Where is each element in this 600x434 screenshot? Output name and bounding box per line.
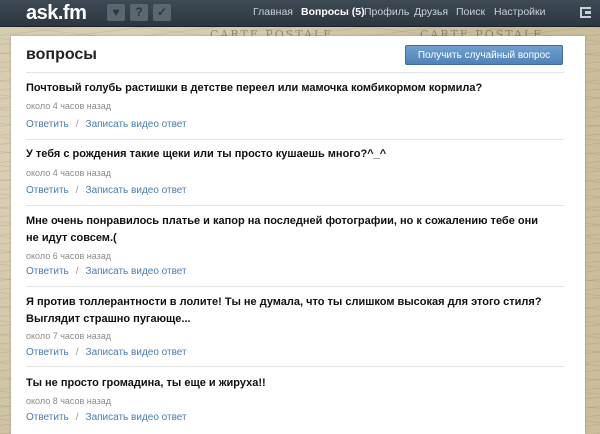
nav-home[interactable]: Главная xyxy=(253,0,293,26)
separator: / xyxy=(75,266,79,277)
divider xyxy=(26,205,564,206)
video-answer-link[interactable]: Записать видео ответ xyxy=(86,119,187,130)
question-time: около 8 часов назад xyxy=(26,396,112,406)
question-actions: Ответить / Записать видео ответ xyxy=(26,347,187,358)
answer-link[interactable]: Ответить xyxy=(26,412,69,423)
separator: / xyxy=(75,185,79,196)
video-answer-link[interactable]: Записать видео ответ xyxy=(86,266,187,277)
random-question-button[interactable]: Получить случайный вопрос xyxy=(405,45,563,65)
question-text: У тебя с рождения такие щеки или ты прос… xyxy=(26,148,387,160)
divider xyxy=(26,139,564,140)
check-icon[interactable]: ✓ xyxy=(153,4,171,21)
question-text: Почтовый голубь растишки в детстве перее… xyxy=(26,82,483,94)
divider xyxy=(26,72,564,73)
video-answer-link[interactable]: Записать видео ответ xyxy=(86,185,187,196)
question-time: около 4 часов назад xyxy=(26,168,112,178)
nav-profile[interactable]: Профиль xyxy=(364,0,409,26)
question-text: Ты не просто громадина, ты еще и жируха!… xyxy=(26,377,266,389)
nav-friends[interactable]: Друзья xyxy=(414,0,448,26)
answer-link[interactable]: Ответить xyxy=(26,266,69,277)
questions-panel: вопросы Получить случайный вопрос Почтов… xyxy=(11,36,585,434)
heart-icon[interactable]: ♥ xyxy=(107,4,125,21)
question-text: Мне очень понравилось платье и капор на … xyxy=(26,215,539,244)
answer-link[interactable]: Ответить xyxy=(26,185,69,196)
separator: / xyxy=(75,119,79,130)
question-actions: Ответить / Записать видео ответ xyxy=(26,185,187,196)
top-navigation-bar: ask.fm ♥ ? ✓ Главная Вопросы (5) Профиль… xyxy=(0,0,600,27)
logo[interactable]: ask.fm xyxy=(26,1,87,25)
question-actions: Ответить / Записать видео ответ xyxy=(26,412,187,423)
question-text: Я против толлерантности в лолите! Ты не … xyxy=(26,296,542,325)
question-time: около 6 часов назад xyxy=(26,251,112,261)
separator: / xyxy=(75,347,79,358)
question-time: около 7 часов назад xyxy=(26,331,112,341)
question-time: около 4 часов назад xyxy=(26,101,112,111)
answer-link[interactable]: Ответить xyxy=(26,119,69,130)
nav-settings[interactable]: Настройки xyxy=(494,0,546,26)
question-actions: Ответить / Записать видео ответ xyxy=(26,266,187,277)
page-title: вопросы xyxy=(26,46,97,63)
logout-icon[interactable] xyxy=(580,7,591,18)
video-answer-link[interactable]: Записать видео ответ xyxy=(86,347,187,358)
question-actions: Ответить / Записать видео ответ xyxy=(26,119,187,130)
video-answer-link[interactable]: Записать видео ответ xyxy=(86,412,187,423)
separator: / xyxy=(75,412,79,423)
question-icon[interactable]: ? xyxy=(130,4,148,21)
nav-questions[interactable]: Вопросы (5) xyxy=(301,0,365,26)
nav-search[interactable]: Поиск xyxy=(456,0,485,26)
divider xyxy=(26,366,564,367)
answer-link[interactable]: Ответить xyxy=(26,347,69,358)
divider xyxy=(26,286,564,287)
